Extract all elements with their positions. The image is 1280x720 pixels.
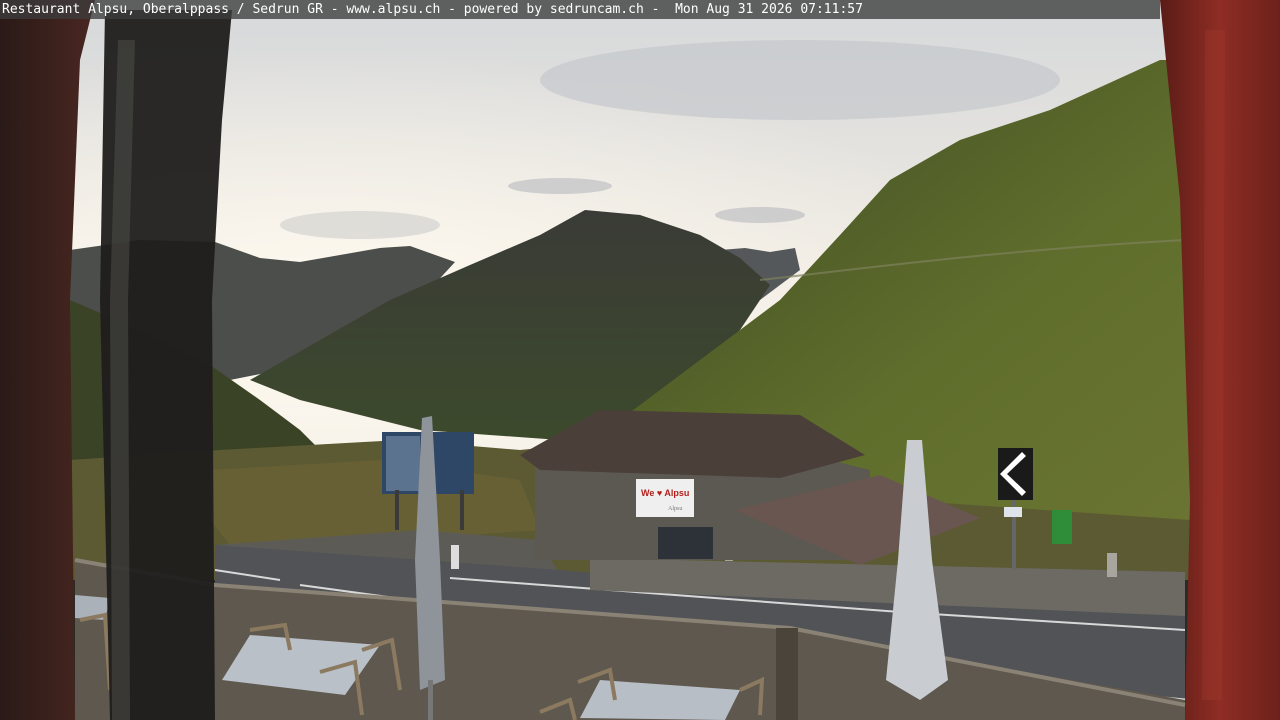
hut-sign-board	[636, 479, 694, 517]
frame-highlight	[1202, 30, 1225, 700]
fence-post	[776, 628, 798, 720]
bollard	[451, 545, 459, 569]
green-bin	[1052, 510, 1072, 544]
hut-sign-sub: Alpsu	[668, 506, 682, 512]
webcam-view: We ♥ Alpsu Alpsu Restaurant Alpsu, Obera…	[0, 0, 1280, 720]
webcam-caption: Restaurant Alpsu, Oberalppass / Sedrun G…	[0, 0, 1160, 19]
webcam-image: We ♥ Alpsu Alpsu	[0, 0, 1280, 720]
hut-sign: We ♥ Alpsu	[641, 488, 689, 498]
hut-poster	[658, 527, 713, 559]
parasol-pole	[428, 680, 433, 720]
